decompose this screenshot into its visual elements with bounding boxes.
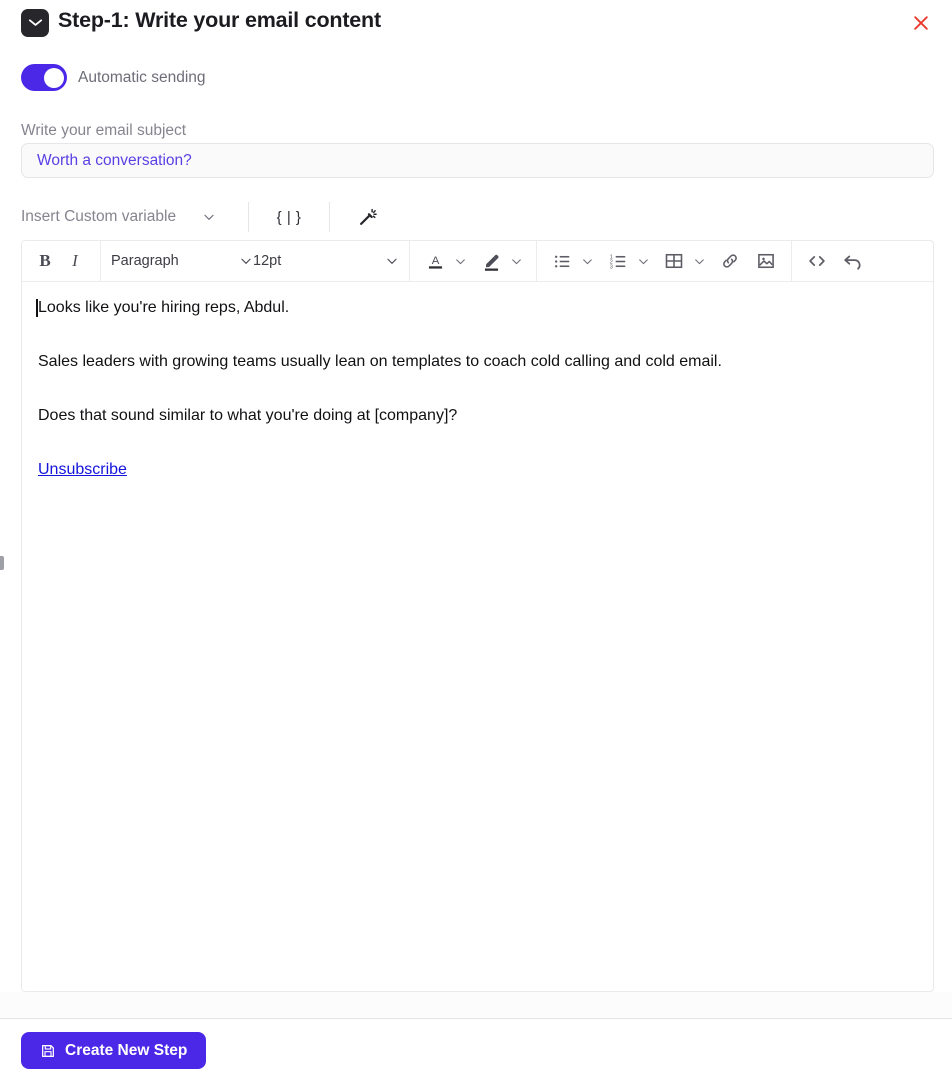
italic-button[interactable]: I <box>60 247 90 276</box>
table-button[interactable] <box>659 247 689 276</box>
block-format-label: Paragraph <box>111 253 179 269</box>
email-paragraph-text: Looks like you're hiring reps, Abdul. <box>38 299 290 316</box>
text-color-chevron-down-icon[interactable] <box>450 247 470 275</box>
automatic-sending-label: Automatic sending <box>78 68 206 86</box>
text-caret <box>36 299 38 317</box>
create-new-step-button[interactable]: Create New Step <box>21 1032 207 1069</box>
insert-custom-variable-label: Insert Custom variable <box>21 208 177 225</box>
create-new-step-label: Create New Step <box>65 1041 188 1059</box>
curly-braces-icon[interactable]: { | } <box>271 203 307 231</box>
page-title: Step-1: Write your email content <box>58 8 381 32</box>
scroll-strip <box>0 992 952 1018</box>
divider <box>791 241 792 282</box>
subject-input[interactable] <box>21 143 934 178</box>
footer: Create New Step <box>0 1018 952 1081</box>
chevron-down-icon <box>375 254 399 268</box>
unsubscribe-link[interactable]: Unsubscribe <box>38 461 127 478</box>
highlight-color-button[interactable] <box>476 247 506 276</box>
subject-label: Write your email subject <box>21 122 187 139</box>
divider <box>248 202 250 232</box>
font-size-select[interactable]: 12pt <box>253 247 399 276</box>
email-paragraph: Does that sound similar to what you're d… <box>38 407 458 424</box>
bullet-list-button[interactable] <box>547 247 577 276</box>
svg-text:3: 3 <box>609 264 612 270</box>
link-button[interactable] <box>715 247 745 276</box>
email-paragraph: Sales leaders with growing teams usually… <box>38 353 722 370</box>
bold-button[interactable]: B <box>30 247 60 276</box>
undo-button[interactable] <box>838 247 868 276</box>
insert-custom-variable-select[interactable]: Insert Custom variable <box>21 208 226 226</box>
svg-text:A: A <box>431 255 439 267</box>
email-body-editor[interactable]: Looks like you're hiring reps, Abdul. Sa… <box>22 282 933 991</box>
image-button[interactable] <box>751 247 781 276</box>
header: Step-1: Write your email content <box>0 0 952 48</box>
mail-icon <box>21 9 49 37</box>
chevron-down-icon <box>202 210 216 224</box>
chevron-down-icon <box>229 254 253 268</box>
table-chevron-down-icon[interactable] <box>689 247 709 275</box>
numbered-list-chevron-down-icon[interactable] <box>633 247 653 275</box>
divider <box>536 241 537 282</box>
email-paragraph: Looks like you're hiring reps, Abdul. <box>36 298 917 318</box>
save-icon <box>40 1043 56 1059</box>
email-step-editor: Step-1: Write your email content Automat… <box>0 0 952 1081</box>
divider <box>409 241 410 282</box>
variable-toolbar: Insert Custom variable { | } <box>21 198 384 236</box>
block-format-select[interactable]: Paragraph <box>111 247 253 276</box>
numbered-list-button[interactable]: 1 2 3 <box>603 247 633 276</box>
automatic-sending-toggle[interactable] <box>21 64 67 91</box>
editor-toolbar: B I Paragraph 12pt A 1 2 3 <box>22 241 933 282</box>
font-size-label: 12pt <box>253 253 282 269</box>
rich-text-editor: B I Paragraph 12pt A 1 2 3 Looks like yo… <box>21 240 934 992</box>
divider <box>329 202 331 232</box>
panel-resize-handle[interactable] <box>0 556 4 570</box>
text-color-button[interactable]: A <box>420 247 450 276</box>
source-code-button[interactable] <box>802 247 832 276</box>
divider <box>100 241 101 282</box>
close-icon[interactable] <box>906 8 936 38</box>
bullet-list-chevron-down-icon[interactable] <box>577 247 597 275</box>
magic-wand-icon[interactable] <box>352 202 384 232</box>
email-paragraph: Unsubscribe <box>38 460 917 480</box>
toggle-knob <box>44 67 64 88</box>
highlight-color-chevron-down-icon[interactable] <box>506 247 526 275</box>
automatic-sending-row: Automatic sending <box>21 64 206 91</box>
